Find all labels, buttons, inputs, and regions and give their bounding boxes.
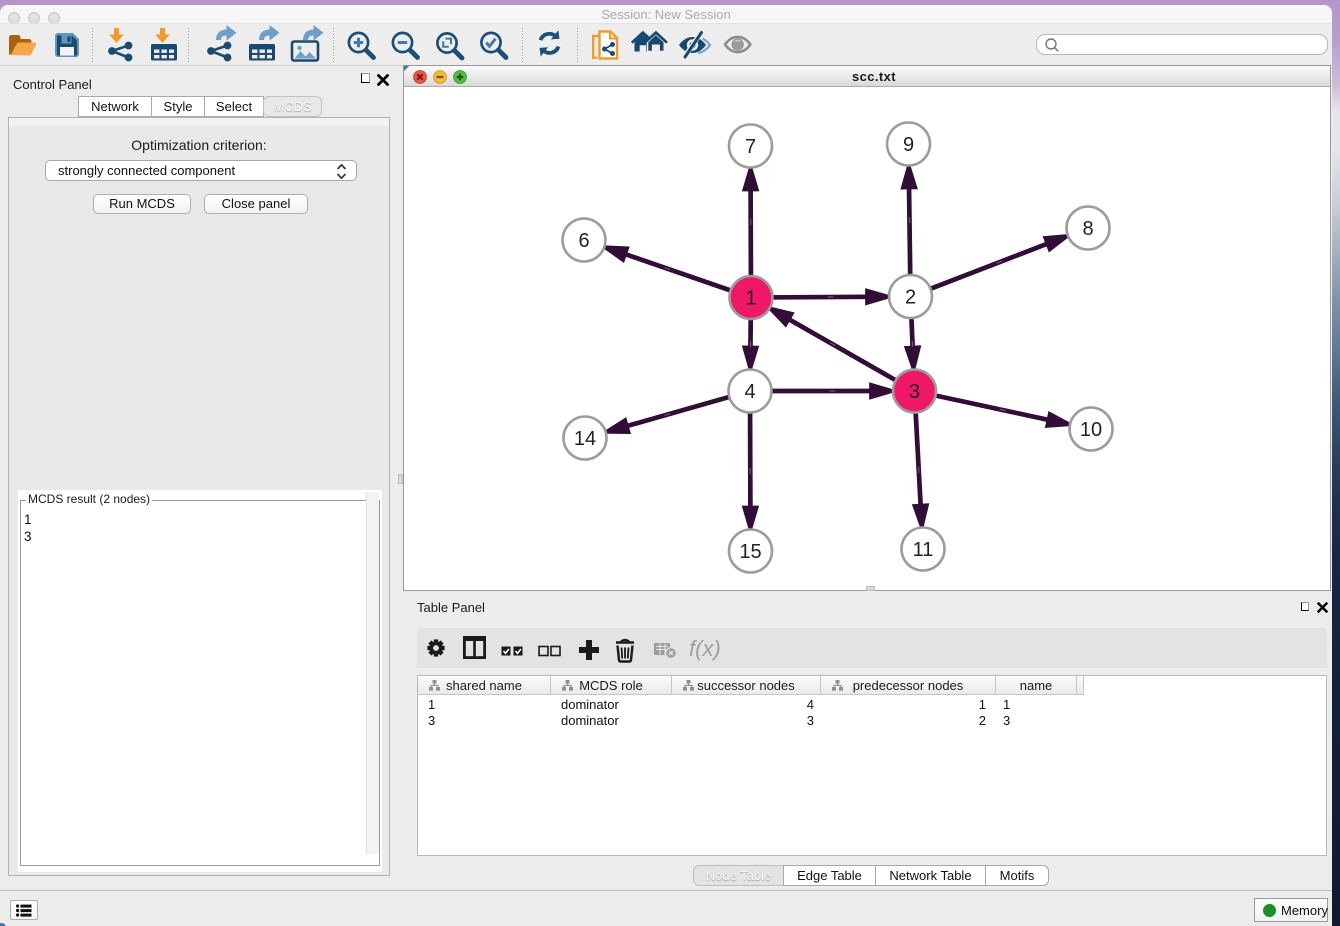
svg-text:11: 11 <box>913 539 934 561</box>
svg-text:6: 6 <box>578 230 589 252</box>
svg-text:8: 8 <box>1082 218 1093 240</box>
svg-text:1: 1 <box>745 288 756 310</box>
svg-text:4: 4 <box>744 381 755 403</box>
svg-text:3: 3 <box>909 381 920 403</box>
svg-text:2: 2 <box>905 287 916 309</box>
svg-text:14: 14 <box>574 428 596 450</box>
svg-text:10: 10 <box>1080 419 1102 441</box>
svg-text:f(x): f(x) <box>689 636 721 661</box>
svg-text:15: 15 <box>739 541 761 563</box>
svg-text:9: 9 <box>903 134 914 156</box>
svg-text:7: 7 <box>745 136 756 158</box>
